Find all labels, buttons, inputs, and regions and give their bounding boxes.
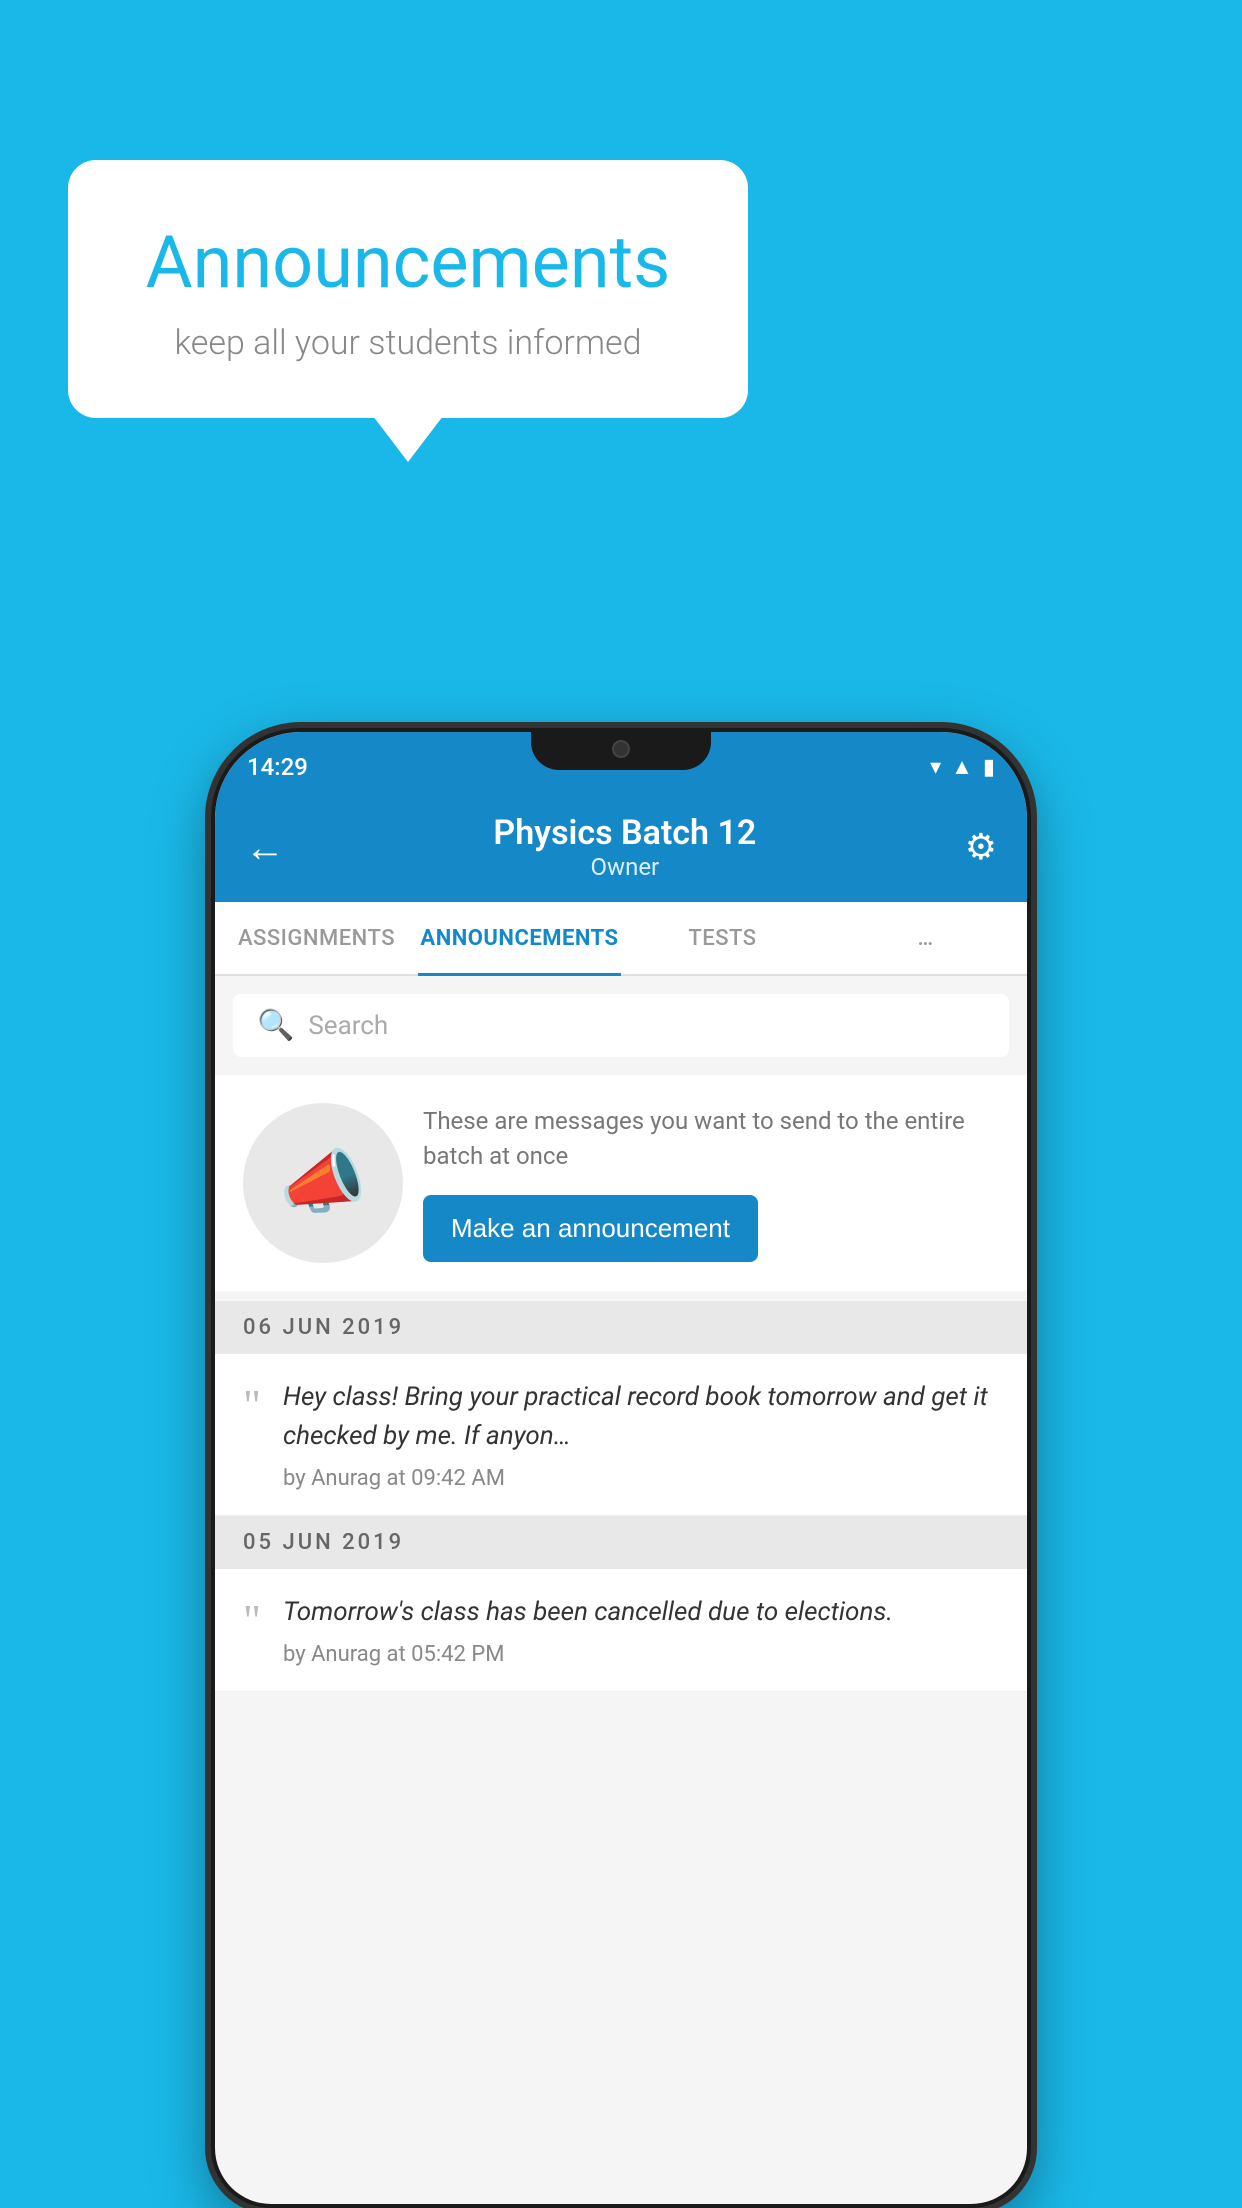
promo-content: These are messages you want to send to t… [423, 1104, 999, 1263]
announcement-item-1[interactable]: " Hey class! Bring your practical record… [215, 1354, 1027, 1516]
app-header: ← Physics Batch 12 Owner ⚙ [215, 792, 1027, 902]
header-title-group: Physics Batch 12 Owner [493, 813, 756, 881]
status-time: 14:29 [247, 753, 308, 781]
quote-icon-1: " [243, 1384, 261, 1428]
content-area: 🔍 Search 📣 These are messages you want t… [215, 976, 1027, 1692]
camera-notch [612, 740, 630, 758]
wifi-icon: ▾ [930, 755, 941, 780]
announcement-meta-1: by Anurag at 09:42 AM [283, 1466, 999, 1491]
make-announcement-button[interactable]: Make an announcement [423, 1195, 758, 1262]
date-separator-1: 06 JUN 2019 [215, 1301, 1027, 1354]
search-icon: 🔍 [257, 1008, 294, 1043]
announcement-text-1: Hey class! Bring your practical record b… [283, 1378, 999, 1456]
tab-assignments[interactable]: ASSIGNMENTS [215, 902, 418, 974]
search-placeholder: Search [308, 1011, 388, 1041]
speech-bubble: Announcements keep all your students inf… [68, 160, 748, 418]
phone-notch [531, 728, 711, 770]
status-icons: ▾ ▲ ▮ [930, 754, 995, 780]
quote-icon-2: " [243, 1599, 261, 1643]
announcement-content-2: Tomorrow's class has been cancelled due … [283, 1593, 999, 1667]
header-title: Physics Batch 12 [493, 813, 756, 853]
phone-frame: 14:29 ▾ ▲ ▮ ← Physics Batch 12 Owner ⚙ A… [211, 728, 1031, 2208]
tab-tests[interactable]: TESTS [621, 902, 824, 974]
promo-card: 📣 These are messages you want to send to… [215, 1075, 1027, 1291]
speech-bubble-title: Announcements [118, 220, 698, 305]
signal-icon: ▲ [951, 754, 973, 780]
tab-announcements[interactable]: ANNOUNCEMENTS [418, 902, 621, 974]
back-button[interactable]: ← [245, 824, 285, 871]
announcement-item-2[interactable]: " Tomorrow's class has been cancelled du… [215, 1569, 1027, 1692]
announcement-meta-2: by Anurag at 05:42 PM [283, 1642, 999, 1667]
promo-icon-circle: 📣 [243, 1103, 403, 1263]
announcement-text-2: Tomorrow's class has been cancelled due … [283, 1593, 999, 1632]
tab-more[interactable]: … [824, 902, 1027, 974]
tabs-bar: ASSIGNMENTS ANNOUNCEMENTS TESTS … [215, 902, 1027, 976]
announcement-content-1: Hey class! Bring your practical record b… [283, 1378, 999, 1491]
speech-bubble-container: Announcements keep all your students inf… [68, 160, 748, 418]
phone-screen: 14:29 ▾ ▲ ▮ ← Physics Batch 12 Owner ⚙ A… [215, 732, 1027, 2204]
promo-description: These are messages you want to send to t… [423, 1104, 999, 1174]
battery-icon: ▮ [983, 755, 995, 780]
settings-button[interactable]: ⚙ [965, 826, 997, 868]
date-separator-2: 05 JUN 2019 [215, 1516, 1027, 1569]
speech-bubble-subtitle: keep all your students informed [118, 323, 698, 363]
header-subtitle: Owner [493, 853, 756, 881]
search-bar[interactable]: 🔍 Search [233, 994, 1009, 1057]
megaphone-icon: 📣 [279, 1142, 366, 1224]
